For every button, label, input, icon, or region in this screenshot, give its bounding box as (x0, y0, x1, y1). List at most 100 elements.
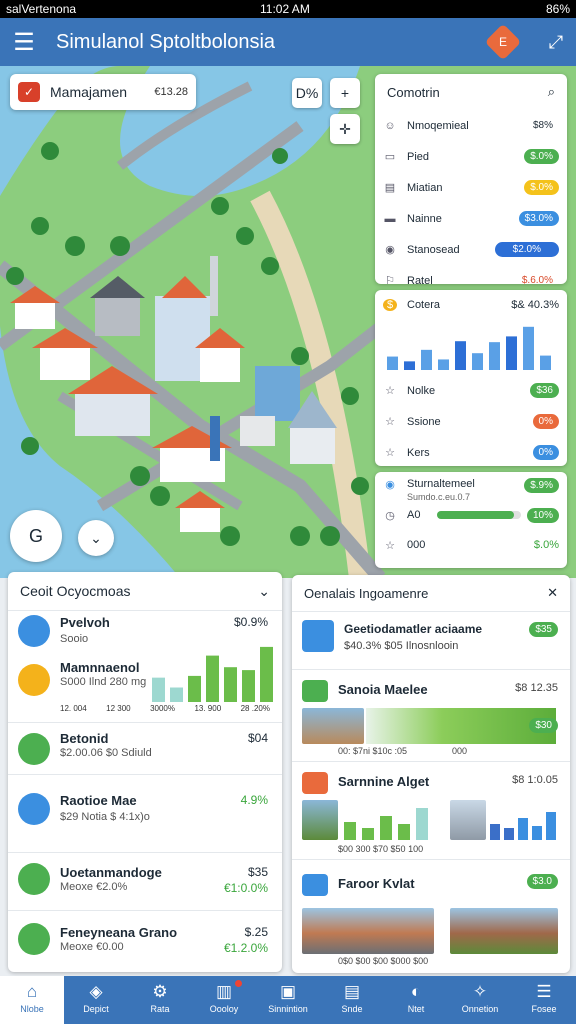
list-item[interactable]: Feneyneana Grano Meoxe €0.00 $.25 €1.2.0… (8, 910, 282, 972)
stats-row2-label: A0 (407, 509, 421, 521)
management-item[interactable]: Geetiodamatler aciaame $40.3% $05 Ilnosn… (292, 611, 570, 669)
battery-label: 86% (545, 2, 570, 16)
stats-row3-value: $.0% (533, 539, 559, 551)
item-badge: $3.0 (526, 874, 558, 889)
stats-row3-label: 000 (407, 539, 426, 551)
management-item[interactable]: Faroor Kvlat $3.0 0$0 $00 $00 $000 $00 (292, 859, 570, 973)
costs-header-value: $& 40.3% (511, 299, 559, 311)
chart-tick-label: 3000% (150, 704, 175, 713)
item-ticks: $00 300 $70 $50 100 (338, 844, 424, 854)
item-ticks: 00: $7ni $10c :05 (338, 746, 408, 756)
search-icon[interactable]: ⌕ (548, 84, 555, 100)
tab-ntet[interactable]: ◐ Ntet (384, 976, 448, 1024)
list-item[interactable]: Betonid $2.00.06 $0 Sdiuld $04 (8, 722, 282, 774)
tab-icon: ⚙ (152, 982, 168, 1001)
tab-label: Nlobe (20, 1004, 44, 1014)
tab-label: Sinnintion (268, 1004, 308, 1014)
comparison-row[interactable]: ▬ Nainne $3.0% (375, 203, 567, 234)
item-badge: $30 (529, 718, 558, 733)
cost-row[interactable]: ☆ Kers 0% (375, 437, 567, 468)
chevron-down-icon[interactable]: ⌄ (78, 520, 114, 556)
locate-button[interactable]: ✛ (330, 114, 360, 144)
hamburger-menu-icon[interactable]: ☰ (0, 28, 48, 57)
stats-row2-value: 10% (526, 507, 559, 523)
cost-bar (489, 342, 500, 370)
item-photo (302, 908, 434, 954)
budget-bar-chart (344, 808, 428, 840)
costs-panel: $ Cotera $& 40.3% ☆ Nolke $36 ☆ Ssione 0% ☆ Ker… (375, 290, 567, 466)
cost-row[interactable]: ☆ Nolke $36 (375, 375, 567, 406)
item-value: $8 12.35 (515, 682, 558, 694)
row-value: $3.0% (518, 211, 559, 226)
item-sub: S000 Ilnd 280 mg (60, 676, 147, 688)
tab-oooloy[interactable]: ▥ Oooloy (192, 976, 256, 1024)
comparison-row[interactable]: ◉ Stanosead $2.0% (375, 234, 567, 265)
tab-nlobe[interactable]: ⌂ Nlobe (0, 976, 64, 1024)
chevron-down-icon[interactable]: ⌄ (258, 583, 270, 600)
tree-icon (302, 680, 328, 702)
costs-title: Cotera (407, 299, 441, 311)
tab-rata[interactable]: ⚙ Rata (128, 976, 192, 1024)
storefront-icon (18, 863, 50, 895)
tab-fosee[interactable]: ☰ Fosee (512, 976, 576, 1024)
cost-bar (523, 326, 534, 370)
stats-sub: Sumdo.c.eu.0.7 (407, 492, 471, 502)
museum-icon (18, 664, 50, 696)
tab-depict[interactable]: ◈ Depict (64, 976, 128, 1024)
bottom-tab-bar: ⌂ Nlobe ◈ Depict ⚙ Rata ▥ Oooloy ▣ Sinnintion ▤ Snd… (0, 976, 576, 1024)
budget-bar-chart-2 (490, 812, 556, 840)
close-icon[interactable]: ✕ (547, 585, 558, 601)
item-value: $35 (247, 865, 268, 879)
tab-icon: ◐ (410, 982, 422, 1001)
chart-tick-label: 12 300 (106, 704, 131, 713)
list-item[interactable]: Mamnnaenol S000 Ilnd 280 mg 12. 004 12 30… (8, 646, 282, 724)
expand-icon[interactable]: ⤢ (536, 32, 576, 53)
management-card[interactable]: ✓ Mamajamen €13.28 (10, 74, 196, 110)
alert-badge-icon[interactable]: E (484, 23, 522, 61)
chart-tick-label: 13. 900 (194, 704, 222, 713)
cost-row[interactable]: ☆ Ssione 0% (375, 406, 567, 437)
checkmark-icon: ✓ (18, 82, 40, 102)
g-circle-button[interactable]: G (10, 510, 62, 562)
item-sub: $2.00.06 $0 Sdiuld (60, 747, 152, 759)
tab-onnetion[interactable]: ✧ Onnetion (448, 976, 512, 1024)
item-value: $0.9% (233, 615, 268, 629)
item-sub: $40.3% $05 Ilnosnlooin (344, 640, 459, 652)
costs-bar-chart (387, 326, 551, 370)
comparison-row[interactable]: ▭ Pied $.0% (375, 141, 567, 172)
comparison-row[interactable]: ▤ Miatian $.0% (375, 172, 567, 203)
building-icon (18, 615, 50, 647)
comparison-row[interactable]: ☺ Nmoqemieal $8% (375, 110, 567, 141)
comparison-panel: Comotrin ⌕ ☺ Nmoqemieal $8% ▭ Pied $.0% ▤ Miati… (375, 74, 567, 287)
item-value-secondary: €1.2.0% (223, 941, 268, 955)
star-icon: ☆ (385, 447, 395, 459)
tab-icon: ☰ (536, 982, 552, 1001)
row-name: Nolke (407, 384, 436, 397)
management-item[interactable]: Sanoia Maelee $8 12.35 $30 00: $7ni $10c… (292, 669, 570, 761)
item-badge: $35 (529, 622, 558, 637)
tab-label: Oooloy (209, 1004, 239, 1014)
tab-snde[interactable]: ▤ Snde (320, 976, 384, 1024)
list-item[interactable]: Raotioe Mae $29 Notia $ 4:1x)o 4.9% (8, 774, 282, 852)
app-bar: ☰ Simulanol Sptoltbolonsia E ⤢ (0, 18, 576, 66)
item-value: $.25 (244, 925, 268, 939)
item-value-secondary: €1:0.0% (223, 881, 268, 895)
zoom-in-button[interactable]: + (330, 78, 360, 108)
tab-icon: ▤ (343, 982, 361, 1001)
status-bar: salVertenona 11:02 AM 86% (0, 0, 576, 18)
row-value: 0% (532, 445, 559, 460)
tab-sinnintion[interactable]: ▣ Sinnintion (256, 976, 320, 1024)
item-value: 4.9% (240, 793, 268, 807)
tab-label: Ntet (407, 1004, 425, 1014)
management-label: Mamajamen (50, 84, 128, 100)
list-item[interactable]: Uoetanmandoge Meoxe €2.0% $35 €1:0.0% (8, 852, 282, 910)
left-chart-bar (170, 687, 183, 702)
management-item[interactable]: Sarnnine Alget $8 1:0.05 $00 300 $70 $50… (292, 761, 570, 859)
item-bar (366, 708, 556, 744)
item-photo (302, 800, 338, 840)
management-title: Oenalais Ingoamenre (304, 585, 429, 601)
left-chart-bar (188, 675, 201, 702)
percent-button[interactable]: D% (292, 78, 322, 108)
row-name: Nmoqemieal (407, 119, 469, 132)
organizations-title: Ceoit Ocyocmoas (20, 583, 131, 599)
